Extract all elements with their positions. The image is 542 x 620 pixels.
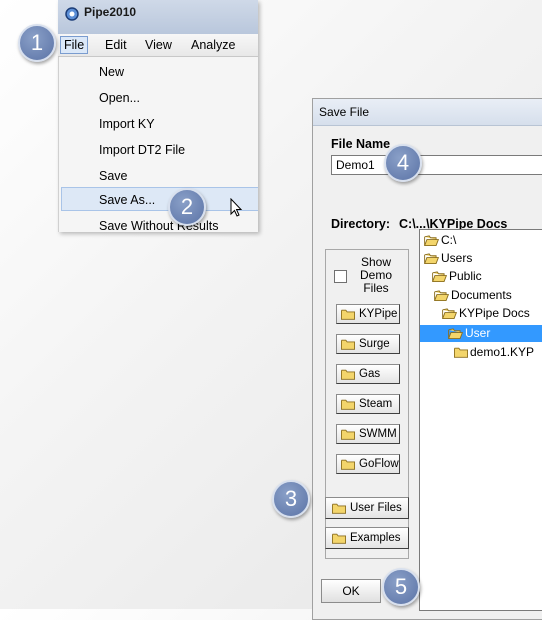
- folder-icon: [341, 309, 355, 320]
- menu-view[interactable]: View: [142, 37, 175, 53]
- button-label: Gas: [359, 368, 381, 380]
- dialog-title: Save File: [319, 105, 370, 119]
- folder-icon: [332, 503, 346, 514]
- menu-highlight: [61, 187, 258, 211]
- user-files-button[interactable]: User Files: [325, 497, 409, 519]
- menu-analyze[interactable]: Analyze: [188, 37, 238, 53]
- button-label: Surge: [359, 338, 390, 350]
- menu-item-open[interactable]: Open...: [99, 91, 140, 105]
- examples-button[interactable]: Examples: [325, 527, 409, 549]
- filename-input[interactable]: [331, 155, 542, 175]
- app-logo-icon: [65, 7, 79, 21]
- swmm-folder-button[interactable]: SWMM: [336, 424, 400, 444]
- folder-icon: [332, 533, 346, 544]
- folder-open-icon: [434, 290, 449, 301]
- steam-folder-button[interactable]: Steam: [336, 394, 400, 414]
- menu-item-save-without-results[interactable]: Save Without Results: [99, 219, 219, 232]
- tree-item-label: Public: [449, 269, 482, 283]
- directory-tree[interactable]: C:\ Users Public Documents KYPipe Docs U…: [419, 229, 542, 611]
- folder-icon: [341, 459, 355, 470]
- tree-item-label: demo1.KYP: [470, 345, 535, 359]
- folder-open-icon: [432, 271, 447, 282]
- tree-item-demo1[interactable]: demo1.KYP: [454, 344, 534, 360]
- button-label: KYPipe: [359, 308, 398, 320]
- tree-item-documents[interactable]: Documents: [434, 287, 512, 303]
- filename-label: File Name: [331, 137, 391, 151]
- button-label: Examples: [350, 532, 401, 544]
- mouse-cursor-icon: [230, 198, 243, 217]
- menu-item-new[interactable]: New: [99, 65, 124, 79]
- button-label: Steam: [359, 398, 393, 410]
- tree-item-users[interactable]: Users: [424, 250, 472, 266]
- folder-open-icon: [424, 253, 439, 264]
- goflow-folder-button[interactable]: GoFlow: [336, 454, 400, 474]
- menu-file[interactable]: File: [60, 36, 89, 54]
- ok-button[interactable]: OK: [321, 579, 381, 603]
- gas-folder-button[interactable]: Gas: [336, 364, 400, 384]
- folder-open-icon: [442, 308, 457, 319]
- kypipe-folder-button[interactable]: KYPipe: [336, 304, 400, 324]
- step-callout-3: 3: [272, 480, 310, 518]
- folder-open-icon: [424, 235, 439, 246]
- folder-open-icon: [448, 328, 463, 339]
- tree-item-user[interactable]: User: [448, 325, 490, 341]
- step-callout-2: 2: [168, 188, 206, 226]
- tree-item-label: C:\: [441, 233, 457, 247]
- folder-icon: [341, 429, 355, 440]
- menu-item-import-ky[interactable]: Import KY: [99, 117, 155, 131]
- save-file-dialog: Save File File Name Directory: C:\...\KY…: [312, 98, 542, 620]
- menubar: File Edit View Analyze: [58, 34, 258, 57]
- tree-item-label: User: [465, 326, 491, 340]
- dialog-titlebar: Save File: [313, 99, 542, 126]
- tree-item-c-drive[interactable]: C:\: [424, 232, 456, 248]
- show-demo-label: Show Demo Files: [359, 255, 392, 295]
- step-callout-5: 5: [382, 568, 420, 606]
- menu-edit[interactable]: Edit: [102, 37, 130, 53]
- show-demo-checkbox[interactable]: [334, 270, 347, 283]
- folder-icon: [341, 339, 355, 350]
- folder-icon: [341, 399, 355, 410]
- folder-icon: [341, 369, 355, 380]
- step-callout-1: 1: [18, 24, 56, 62]
- app-title: Pipe2010: [84, 5, 137, 19]
- step-callout-4: 4: [384, 144, 422, 182]
- tree-item-label: Users: [441, 251, 473, 265]
- tree-item-public[interactable]: Public: [432, 268, 482, 284]
- app-window: Pipe2010 File Edit View Analyze New Open…: [58, 0, 258, 232]
- button-label: GoFlow: [359, 458, 399, 470]
- surge-folder-button[interactable]: Surge: [336, 334, 400, 354]
- tree-item-label: Documents: [451, 288, 512, 302]
- app-titlebar: Pipe2010: [58, 0, 258, 34]
- menu-item-save[interactable]: Save: [99, 169, 128, 183]
- button-label: SWMM: [359, 428, 397, 440]
- menu-item-save-as[interactable]: Save As...: [99, 193, 155, 207]
- folder-icon: [454, 347, 468, 358]
- tree-item-label: KYPipe Docs: [459, 306, 530, 320]
- file-dropdown-menu: New Open... Import KY Import DT2 File Sa…: [58, 57, 258, 232]
- button-label: User Files: [350, 502, 402, 514]
- tree-item-kypipe-docs[interactable]: KYPipe Docs: [442, 305, 530, 321]
- menu-item-import-dt2[interactable]: Import DT2 File: [99, 143, 185, 157]
- directory-label: Directory:: [331, 217, 391, 231]
